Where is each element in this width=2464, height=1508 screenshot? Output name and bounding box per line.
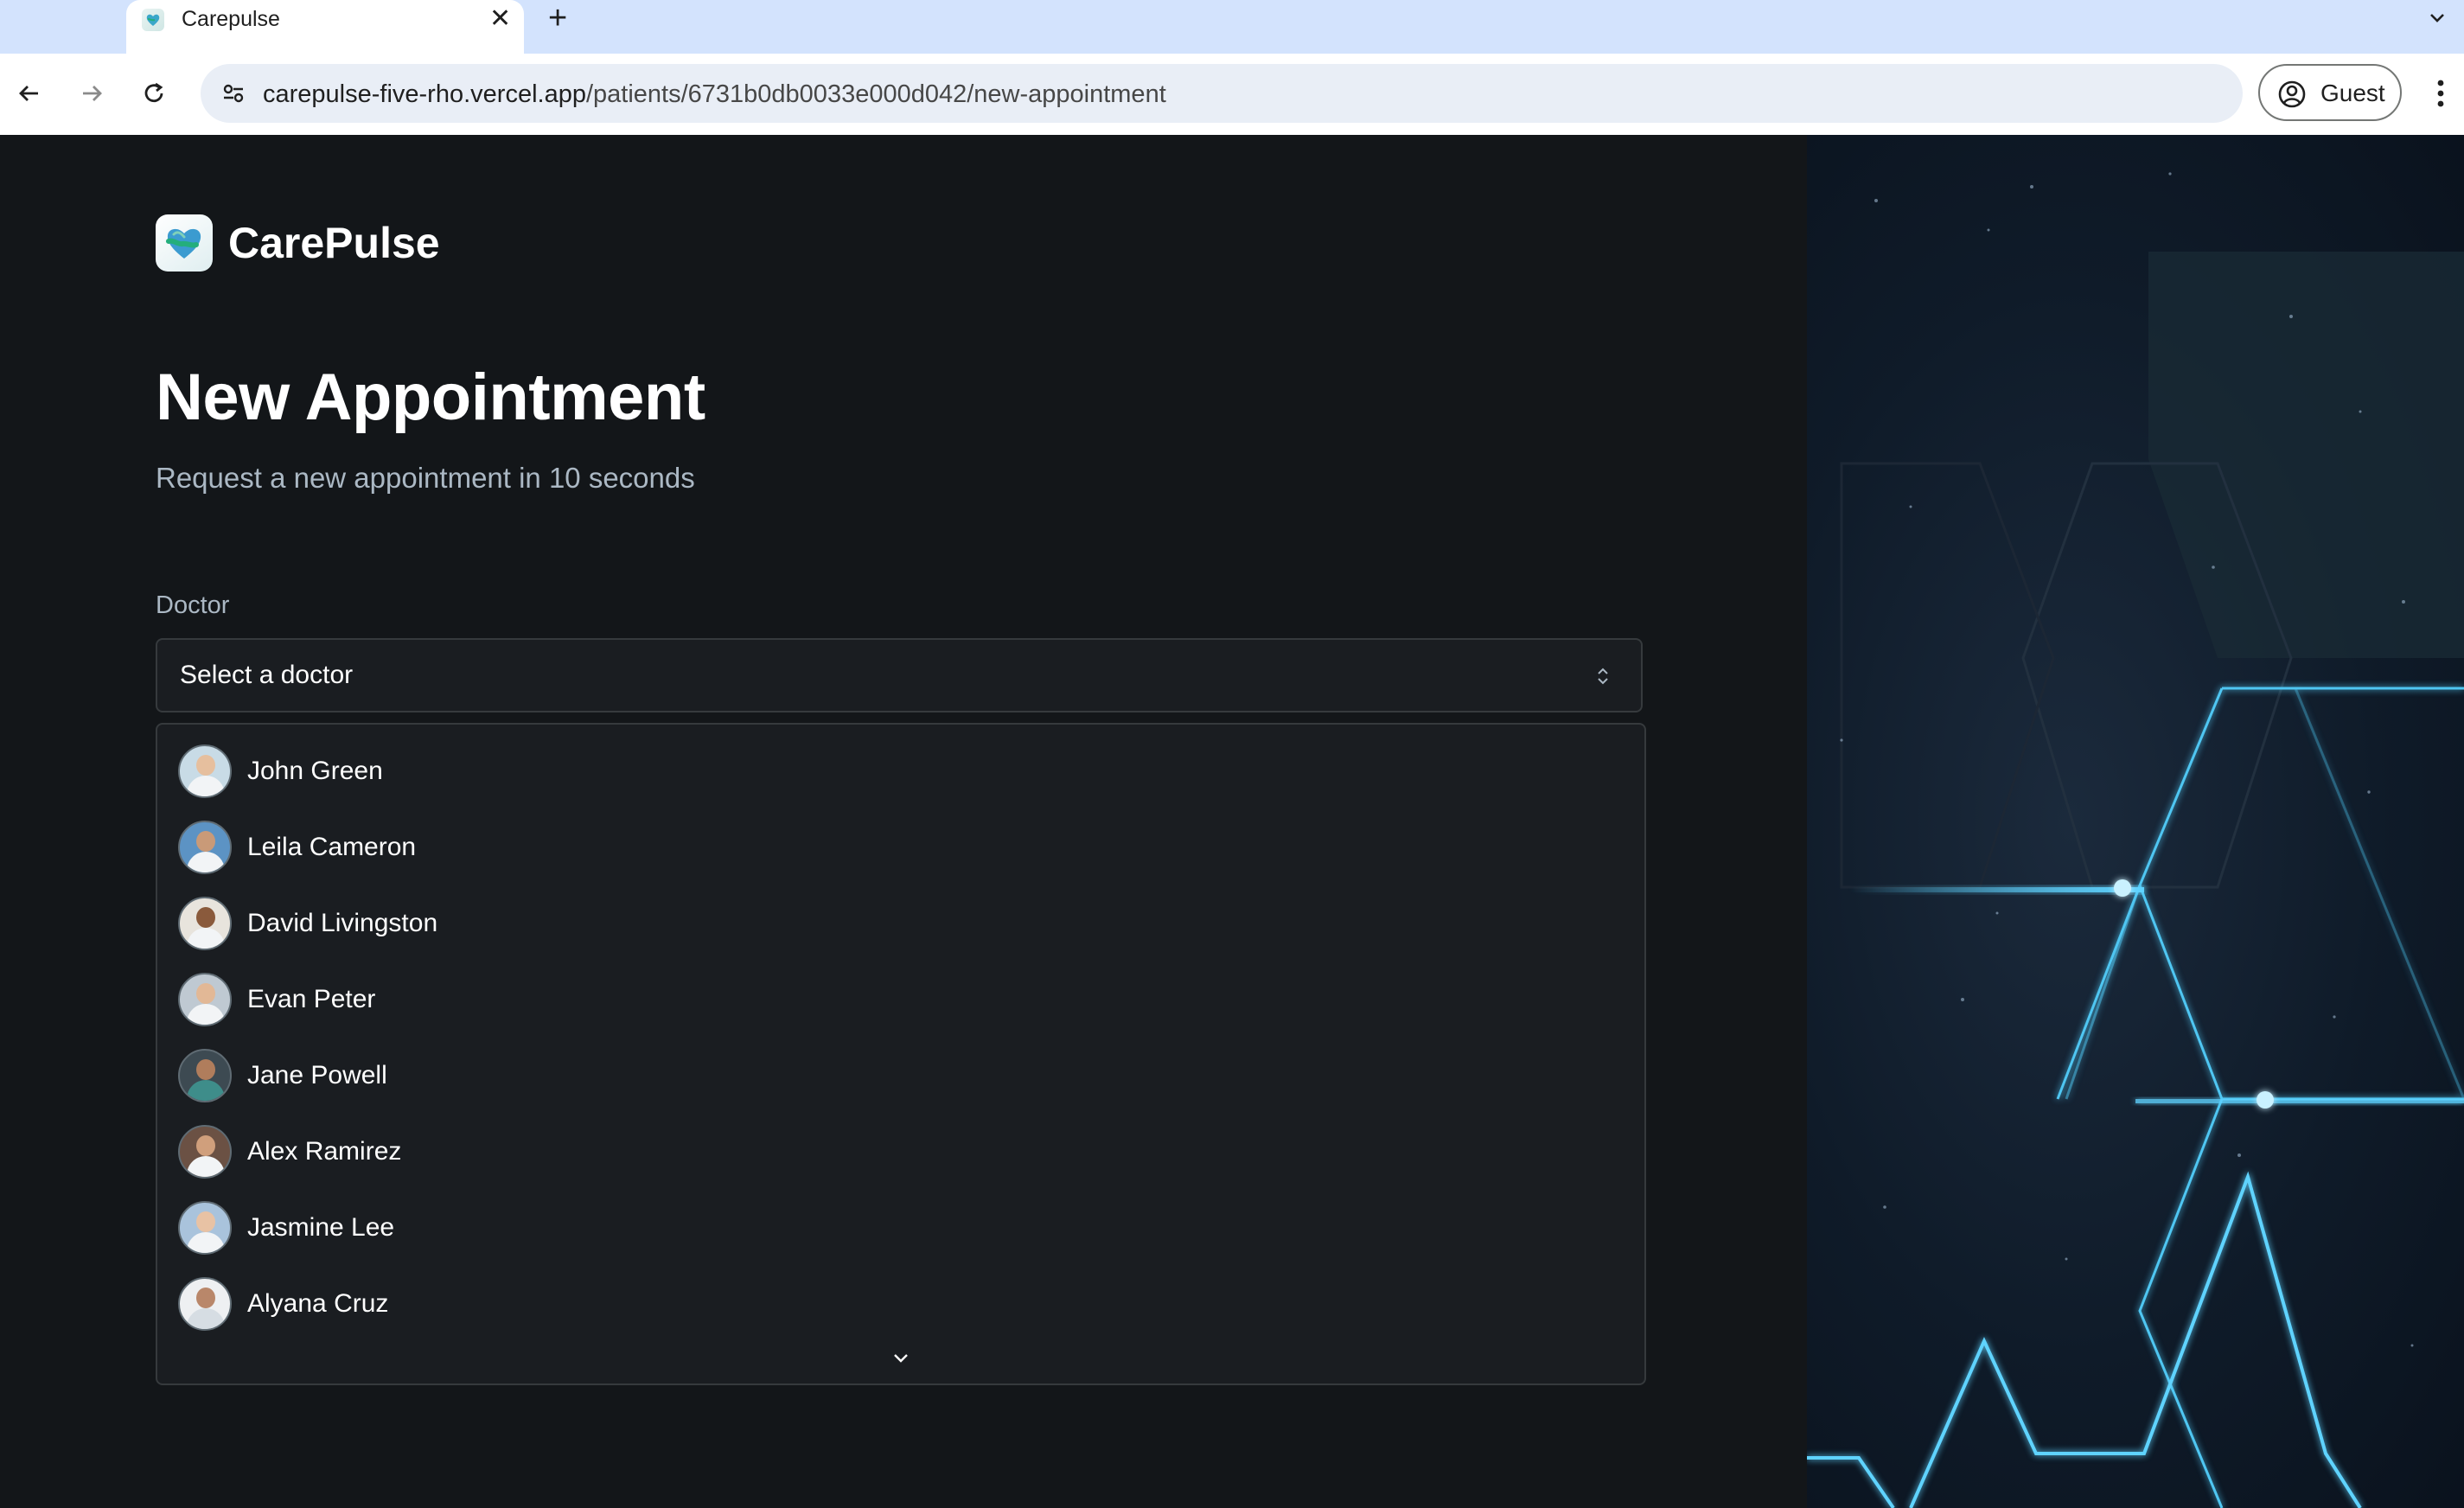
doctor-name: David Livingston <box>247 909 438 937</box>
chevron-up-down-icon <box>1594 664 1612 693</box>
doctor-avatar <box>178 1201 232 1255</box>
url-path: /patients/6731b0db0033e000d042/new-appoi… <box>585 80 1166 108</box>
guest-profile-button[interactable]: Guest <box>2258 64 2402 121</box>
doctor-avatar <box>178 1049 232 1102</box>
doctor-option[interactable]: Evan Peter <box>178 963 1622 1036</box>
profile-icon <box>2277 80 2307 113</box>
back-arrow-icon[interactable] <box>9 73 50 114</box>
guest-label: Guest <box>2320 80 2385 106</box>
doctor-option[interactable]: Jane Powell <box>178 1039 1622 1112</box>
browser-tab-carepulse[interactable]: Carepulse ✕ <box>126 0 524 54</box>
app-page: CarePulse New Appointment Request a new … <box>0 135 2464 1508</box>
doctor-name: Jasmine Lee <box>247 1213 395 1242</box>
url-domain: carepulse-five-rho.vercel.app <box>263 80 586 108</box>
doctor-name: Alex Ramirez <box>247 1137 402 1166</box>
doctor-field-label: Doctor <box>156 591 230 619</box>
page-title: New Appointment <box>156 361 705 434</box>
doctor-select[interactable]: Select a doctor <box>156 638 1643 712</box>
doctor-option[interactable]: Leila Cameron <box>178 811 1622 884</box>
new-tab-icon[interactable]: + <box>548 0 567 36</box>
doctor-name: Evan Peter <box>247 985 376 1013</box>
brand-name: CarePulse <box>228 219 440 267</box>
doctor-avatar <box>178 821 232 874</box>
close-tab-icon[interactable]: ✕ <box>489 3 511 35</box>
page-subtitle: Request a new appointment in 10 seconds <box>156 462 695 494</box>
tab-title: Carepulse <box>182 7 280 31</box>
forward-arrow-icon[interactable] <box>71 73 112 114</box>
scroll-down-chevron-icon[interactable] <box>890 1351 911 1371</box>
brand-logo: CarePulse <box>156 214 440 272</box>
doctor-option[interactable]: Jasmine Lee <box>178 1192 1622 1264</box>
browser-toolbar: carepulse-five-rho.vercel.app/patients/6… <box>0 54 2464 136</box>
carepulse-logo-icon <box>142 9 164 31</box>
doctor-option[interactable]: Alex Ramirez <box>178 1115 1622 1188</box>
doctor-avatar <box>178 1125 232 1179</box>
tab-search-chevron-icon[interactable] <box>2428 5 2447 33</box>
url-text: carepulse-five-rho.vercel.app/patients/6… <box>263 80 1166 109</box>
doctor-avatar <box>178 744 232 798</box>
site-info-icon[interactable] <box>213 73 254 114</box>
doctor-option[interactable]: John Green <box>178 735 1622 808</box>
reload-icon[interactable] <box>133 73 175 114</box>
doctor-option[interactable]: Alyana Cruz <box>178 1268 1622 1340</box>
doctor-dropdown-list: John Green Leila Cameron David Livingsto… <box>156 723 1646 1385</box>
doctor-name: Alyana Cruz <box>247 1289 389 1318</box>
browser-tabstrip: Carepulse ✕ + <box>0 0 2464 54</box>
doctor-name: Jane Powell <box>247 1061 387 1089</box>
carepulse-heart-icon <box>156 214 213 272</box>
doctor-option[interactable]: David Livingston <box>178 887 1622 960</box>
doctor-avatar <box>178 973 232 1026</box>
doctor-avatar <box>178 897 232 950</box>
address-bar[interactable]: carepulse-five-rho.vercel.app/patients/6… <box>201 64 2243 123</box>
browser-menu-icon[interactable] <box>2428 76 2454 111</box>
doctor-name: Leila Cameron <box>247 833 417 861</box>
doctor-name: John Green <box>247 757 383 785</box>
hero-hexagon-image <box>1807 135 2464 1508</box>
doctor-select-placeholder: Select a doctor <box>180 661 354 689</box>
doctor-avatar <box>178 1277 232 1331</box>
